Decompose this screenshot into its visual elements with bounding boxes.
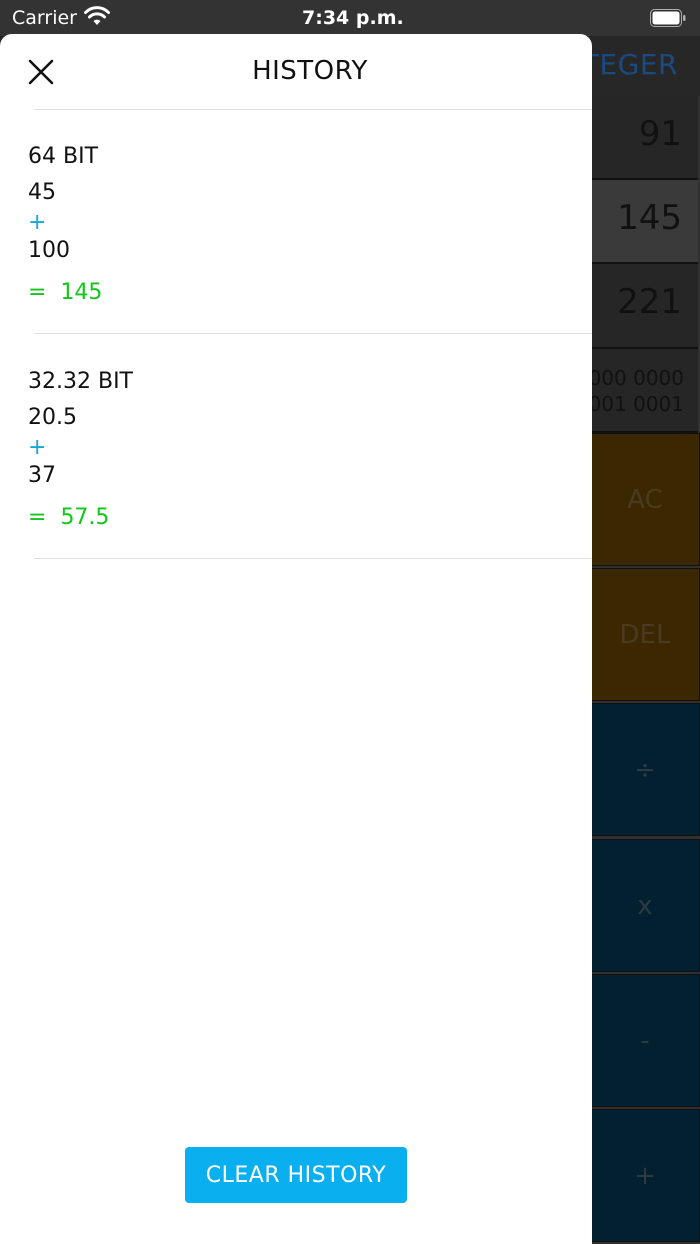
- binary-line: 000 0000: [588, 366, 684, 390]
- entry-operand2: 100: [28, 238, 70, 263]
- display-value: 91: [638, 114, 682, 154]
- entry-bit-mode: 32.32 BIT: [28, 369, 133, 394]
- battery-icon: [650, 9, 686, 27]
- result-value: 57.5: [60, 505, 110, 530]
- display-value: 145: [617, 198, 682, 238]
- modal-title: HISTORY: [252, 56, 368, 86]
- status-time: 7:34 p.m.: [302, 7, 404, 29]
- divider: [34, 333, 592, 334]
- display-value: 221: [617, 282, 682, 322]
- clear-history-button[interactable]: CLEAR HISTORY: [185, 1147, 407, 1203]
- entry-result: = 145: [28, 280, 102, 305]
- entry-operator: +: [28, 435, 47, 460]
- history-entry: 32.32 BIT 20.5 + 37 = 57.5: [28, 369, 568, 569]
- entry-result: = 57.5: [28, 505, 109, 530]
- carrier-label: Carrier: [12, 7, 77, 29]
- history-entry: 64 BIT 45 + 100 = 145: [28, 144, 568, 344]
- entry-operand1: 45: [28, 180, 56, 205]
- multiply-key[interactable]: x: [590, 839, 700, 972]
- entry-operator: +: [28, 210, 47, 235]
- wifi-icon: [84, 6, 110, 25]
- equals-sign: =: [28, 280, 47, 305]
- result-value: 145: [60, 280, 103, 305]
- app-root: Carrier 7:34 p.m. TEGER 91 145 221 000 0…: [0, 0, 700, 1244]
- binary-line: 1001 0001: [575, 392, 684, 416]
- divide-key[interactable]: ÷: [590, 703, 700, 836]
- entry-operand1: 20.5: [28, 405, 77, 430]
- mode-label[interactable]: TEGER: [582, 48, 678, 81]
- ac-key[interactable]: AC: [590, 433, 700, 566]
- equals-sign: =: [28, 505, 47, 530]
- add-key[interactable]: +: [590, 1109, 700, 1242]
- status-bar: Carrier 7:34 p.m.: [0, 0, 700, 36]
- history-modal: HISTORY 64 BIT 45 + 100 = 145 32.32 BIT 2…: [0, 34, 592, 1244]
- subtract-key[interactable]: -: [590, 974, 700, 1107]
- divider: [34, 558, 592, 559]
- entry-operand2: 37: [28, 463, 56, 488]
- del-key[interactable]: DEL: [590, 568, 700, 701]
- entry-bit-mode: 64 BIT: [28, 144, 99, 169]
- divider: [34, 109, 592, 110]
